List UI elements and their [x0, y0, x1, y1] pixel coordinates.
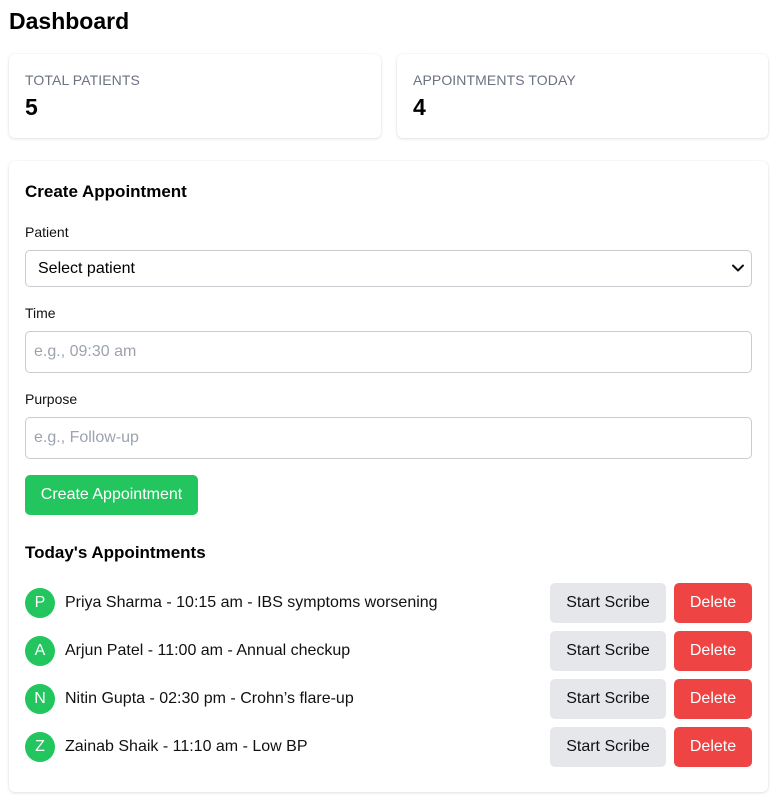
avatar: P [25, 588, 55, 618]
patient-select[interactable]: Select patient [25, 250, 752, 287]
start-scribe-button[interactable]: Start Scribe [550, 631, 666, 671]
appointment-text: Nitin Gupta - 02:30 pm - Crohn’s flare-u… [65, 690, 354, 707]
delete-button[interactable]: Delete [674, 727, 752, 767]
stat-value: 4 [413, 94, 426, 120]
purpose-label: Purpose [25, 391, 78, 407]
start-scribe-button[interactable]: Start Scribe [550, 583, 666, 623]
stat-card-total-patients: TOTAL PATIENTS 5 [9, 54, 381, 138]
appointments-card: Create Appointment Patient Select patien… [9, 161, 768, 792]
appointment-row: Z Zainab Shaik - 11:10 am - Low BP Start… [25, 727, 752, 767]
patient-label: Patient [25, 224, 69, 240]
stat-value: 5 [25, 94, 38, 120]
page-title: Dashboard [9, 8, 130, 34]
appointment-row: A Arjun Patel - 11:00 am - Annual checku… [25, 631, 752, 671]
purpose-input[interactable] [25, 417, 752, 459]
patient-select-value: Select patient [38, 260, 135, 277]
appointment-text: Zainab Shaik - 11:10 am - Low BP [65, 738, 308, 755]
stat-label: APPOINTMENTS TODAY [413, 72, 576, 88]
delete-button[interactable]: Delete [674, 679, 752, 719]
appointment-text: Priya Sharma - 10:15 am - IBS symptoms w… [65, 594, 438, 611]
create-appointment-button[interactable]: Create Appointment [25, 475, 198, 515]
chevron-down-icon [732, 264, 744, 272]
time-label: Time [25, 305, 56, 321]
avatar: A [25, 636, 55, 666]
stat-card-appointments-today: APPOINTMENTS TODAY 4 [397, 54, 768, 138]
appointment-row: P Priya Sharma - 10:15 am - IBS symptoms… [25, 583, 752, 623]
start-scribe-button[interactable]: Start Scribe [550, 727, 666, 767]
create-appointment-title: Create Appointment [25, 182, 187, 201]
appointment-row: N Nitin Gupta - 02:30 pm - Crohn’s flare… [25, 679, 752, 719]
avatar: Z [25, 732, 55, 762]
avatar: N [25, 684, 55, 714]
delete-button[interactable]: Delete [674, 631, 752, 671]
time-input[interactable] [25, 331, 752, 373]
delete-button[interactable]: Delete [674, 583, 752, 623]
appointment-text: Arjun Patel - 11:00 am - Annual checkup [65, 642, 351, 659]
stat-label: TOTAL PATIENTS [25, 72, 140, 88]
todays-appointments-title: Today's Appointments [25, 543, 206, 562]
start-scribe-button[interactable]: Start Scribe [550, 679, 666, 719]
